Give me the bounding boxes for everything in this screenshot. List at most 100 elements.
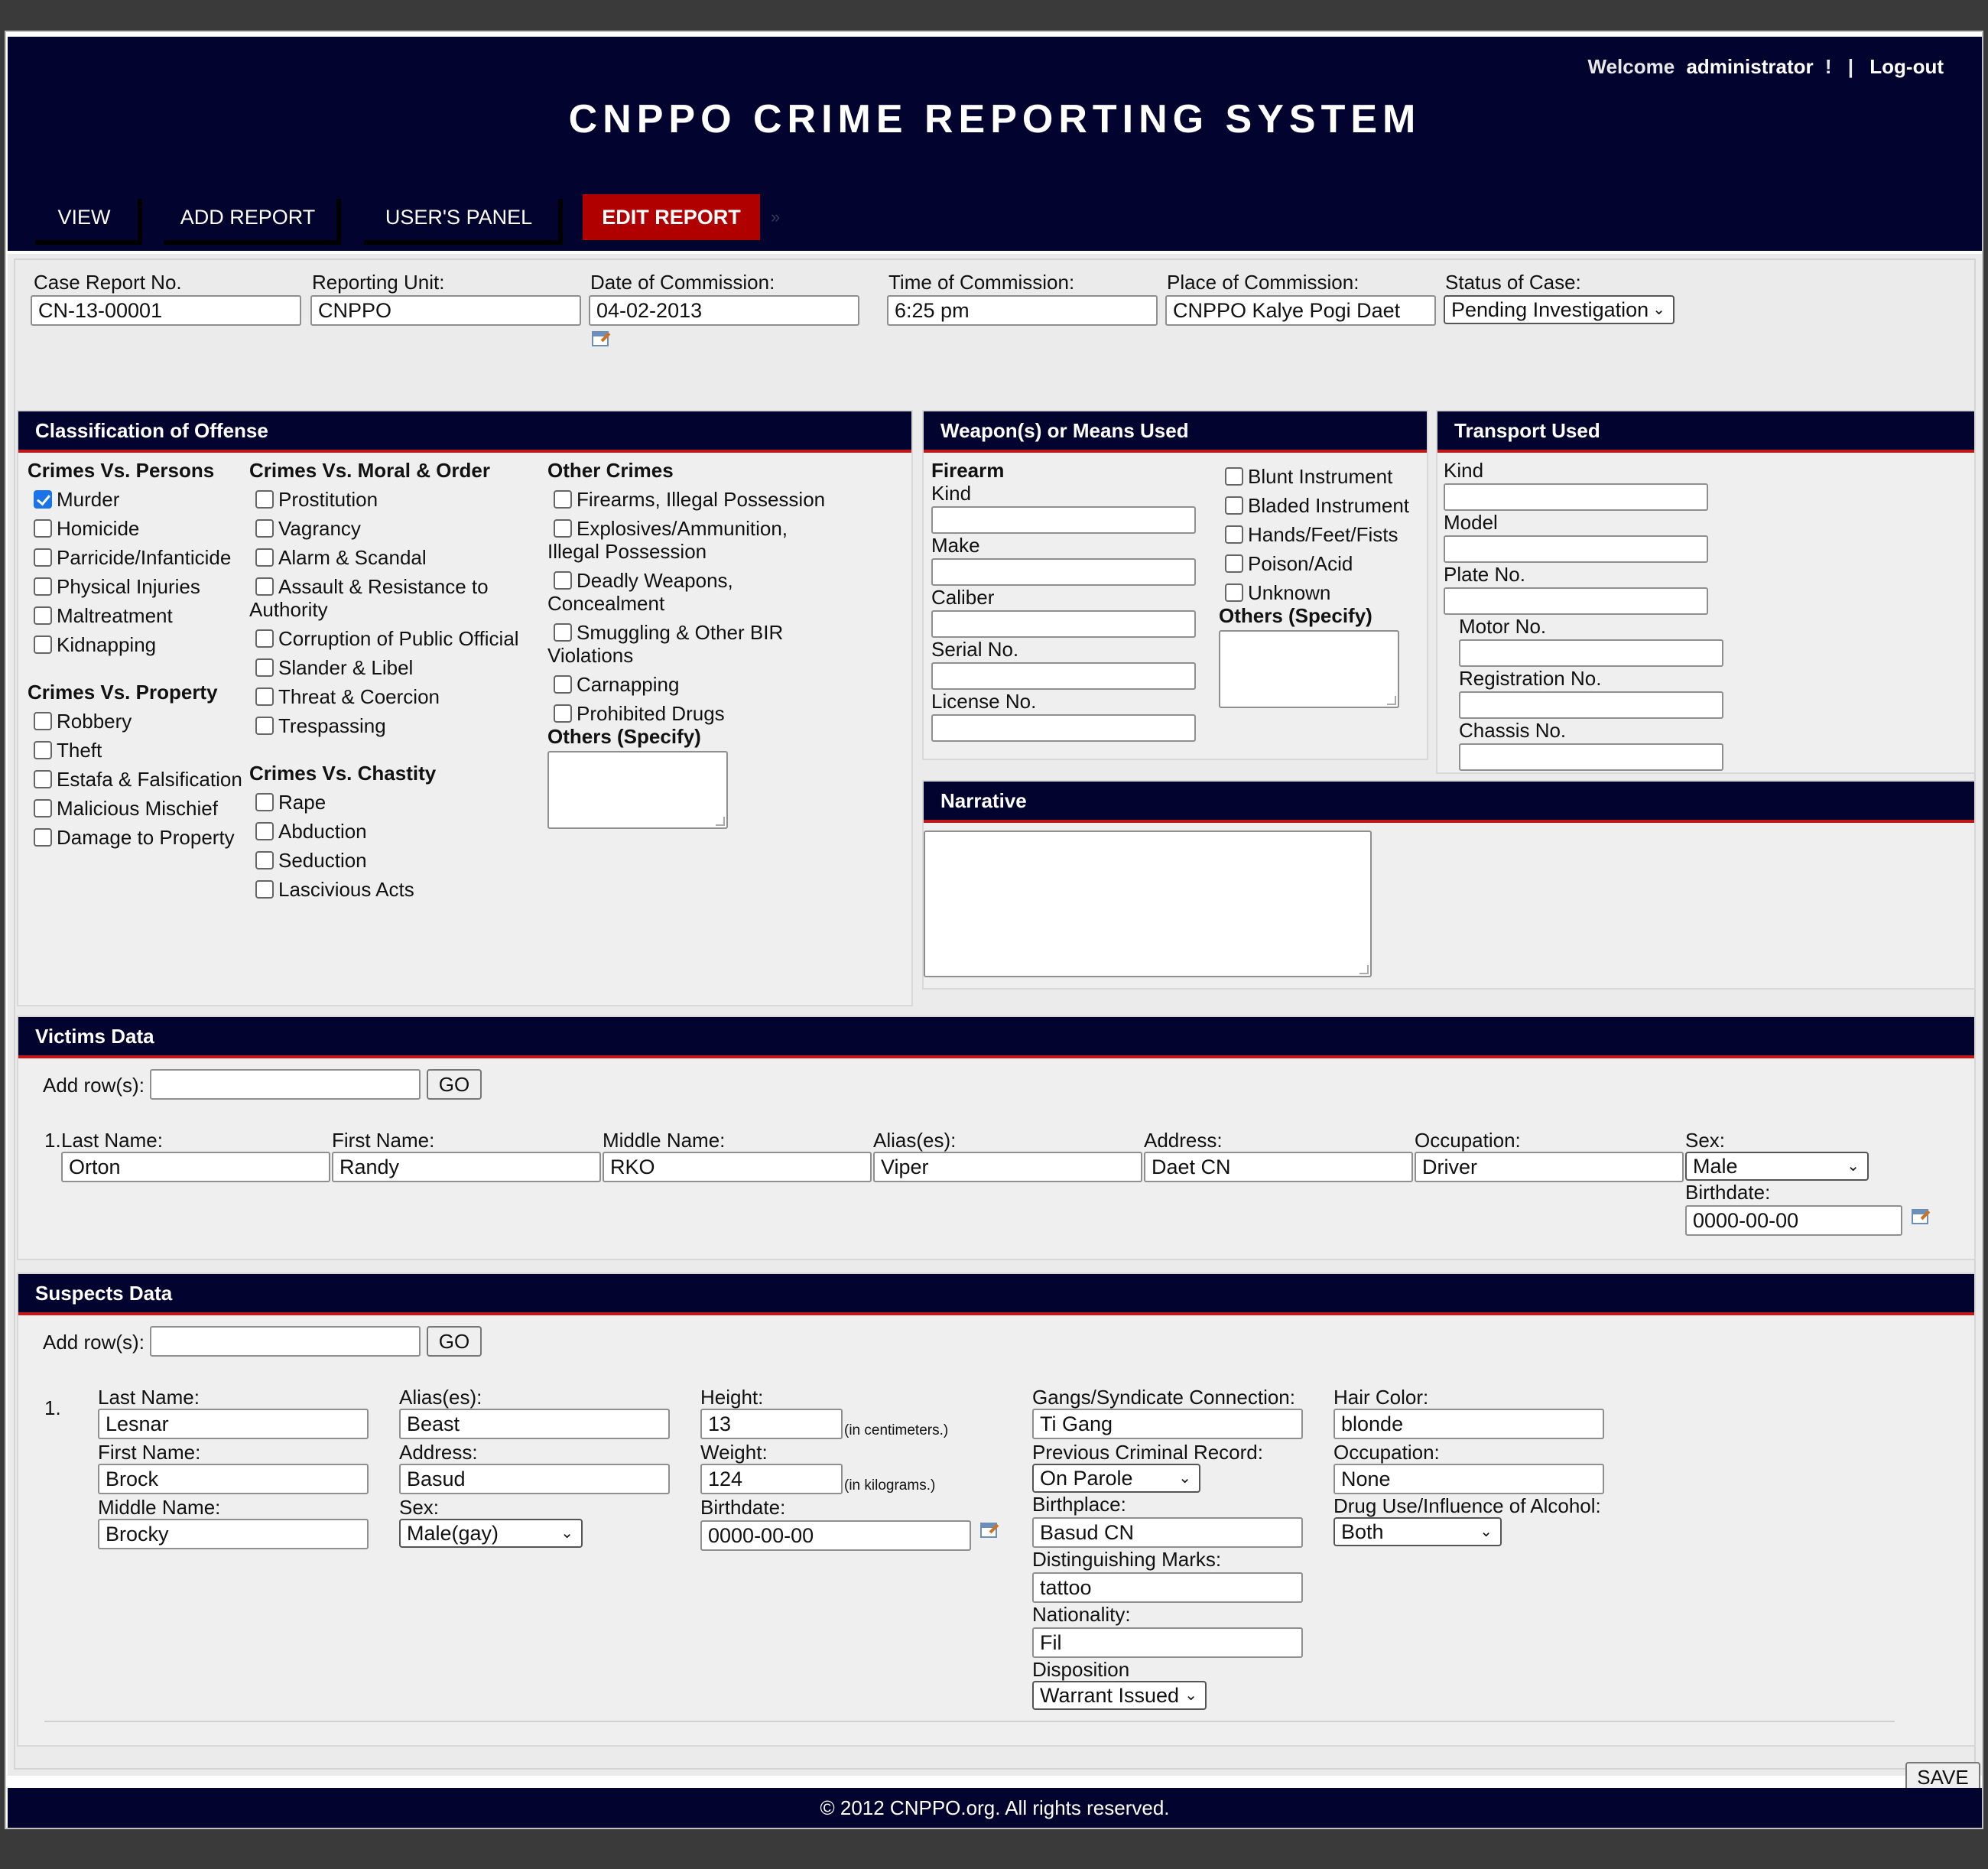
victim-address-input[interactable]: Daet CN: [1144, 1152, 1413, 1182]
reporting-unit-input[interactable]: CNPPO: [310, 295, 581, 326]
moral-heading: Crimes Vs. Moral & Order: [249, 459, 490, 482]
suspect-occupation-input[interactable]: None: [1333, 1464, 1604, 1494]
cb-trespassing[interactable]: Trespassing: [255, 714, 386, 738]
nav-view[interactable]: VIEW: [31, 194, 138, 240]
cb-kidnapping[interactable]: Kidnapping: [34, 633, 156, 657]
cb-explosives[interactable]: Explosives/Ammunition,: [554, 517, 788, 541]
cb-firearms[interactable]: Firearms, Illegal Possession: [554, 488, 825, 512]
suspects-go-button[interactable]: GO: [427, 1326, 482, 1357]
suspect-alias-input[interactable]: Beast: [399, 1409, 670, 1439]
suspect-address-input[interactable]: Basud: [399, 1464, 670, 1494]
suspect-prev-record-select[interactable]: On Parole ⌄: [1032, 1464, 1200, 1493]
cb-robbery[interactable]: Robbery: [34, 710, 132, 733]
transport-model-input[interactable]: [1444, 535, 1708, 563]
cb-smuggling[interactable]: Smuggling & Other BIR: [554, 621, 783, 645]
cb-slander[interactable]: Slander & Libel: [255, 656, 413, 680]
case-no-label: Case Report No.: [34, 271, 182, 294]
victim-sex-select[interactable]: Male ⌄: [1685, 1152, 1869, 1181]
cb-malicious-mischief[interactable]: Malicious Mischief: [34, 797, 218, 821]
place-input[interactable]: CNPPO Kalye Pogi Daet: [1165, 295, 1436, 326]
weapons-others-textarea[interactable]: [1219, 630, 1399, 708]
cb-maltreatment[interactable]: Maltreatment: [34, 604, 173, 628]
case-no-input[interactable]: CN-13-00001: [31, 295, 301, 326]
firearm-license-input[interactable]: [931, 714, 1196, 742]
offense-others-textarea[interactable]: [547, 751, 728, 829]
suspect-sex-label: Sex:: [399, 1496, 440, 1519]
suspect-weight-input[interactable]: 124: [700, 1464, 843, 1494]
suspect-height-input[interactable]: 13: [700, 1409, 843, 1439]
cb-vagrancy[interactable]: Vagrancy: [255, 517, 361, 541]
victims-add-rows-input[interactable]: [150, 1069, 421, 1100]
cb-prostitution[interactable]: Prostitution: [255, 488, 378, 512]
suspect-first-name-input[interactable]: Brock: [98, 1464, 369, 1494]
cb-unknown[interactable]: Unknown: [1225, 581, 1330, 605]
date-input[interactable]: 04-02-2013: [589, 295, 859, 326]
nav-add-report[interactable]: ADD REPORT: [159, 194, 336, 240]
transport-kind-input[interactable]: [1444, 483, 1708, 511]
transport-chassis-input[interactable]: [1459, 743, 1723, 771]
cb-assault-resistance[interactable]: Assault & Resistance to: [255, 575, 489, 599]
narrative-textarea[interactable]: [924, 830, 1372, 977]
reporting-unit-label: Reporting Unit:: [312, 271, 445, 294]
cb-estafa[interactable]: Estafa & Falsification: [34, 768, 242, 791]
suspect-birthdate-input[interactable]: 0000-00-00: [700, 1520, 971, 1551]
status-select[interactable]: Pending Investigation ⌄: [1444, 295, 1675, 324]
victim-first-name-input[interactable]: Randy: [332, 1152, 601, 1182]
suspect-middle-name-input[interactable]: Brocky: [98, 1519, 369, 1549]
calendar-icon[interactable]: [590, 329, 612, 349]
cb-deadly-weapons[interactable]: Deadly Weapons,: [554, 569, 733, 593]
time-input[interactable]: 6:25 pm: [887, 295, 1158, 326]
cb-theft[interactable]: Theft: [34, 739, 102, 762]
cb-physical-injuries[interactable]: Physical Injuries: [34, 575, 200, 599]
victim-middle-name-input[interactable]: RKO: [603, 1152, 872, 1182]
welcome-prefix: Welcome: [1587, 55, 1675, 78]
suspect-gangs-input[interactable]: Ti Gang: [1032, 1409, 1303, 1439]
suspect-drug-select[interactable]: Both ⌄: [1333, 1517, 1502, 1546]
calendar-icon[interactable]: [1910, 1207, 1931, 1227]
cb-seduction[interactable]: Seduction: [255, 849, 367, 873]
suspect-sex-select[interactable]: Male(gay) ⌄: [399, 1519, 583, 1548]
cb-lascivious[interactable]: Lascivious Acts: [255, 878, 414, 902]
suspect-birthplace-input[interactable]: Basud CN: [1032, 1517, 1303, 1548]
cb-homicide[interactable]: Homicide: [34, 517, 139, 541]
victim-birthdate-input[interactable]: 0000-00-00: [1685, 1205, 1902, 1236]
suspect-last-name-input[interactable]: Lesnar: [98, 1409, 369, 1439]
firearm-caliber-input[interactable]: [931, 610, 1196, 638]
victim-occupation-input[interactable]: Driver: [1415, 1152, 1684, 1182]
checkbox-checked[interactable]: [34, 490, 52, 509]
chevron-down-icon: ⌄: [560, 1525, 573, 1542]
firearm-kind-input[interactable]: [931, 506, 1196, 534]
suspect-marks-input[interactable]: tattoo: [1032, 1572, 1303, 1603]
victim-alias-input[interactable]: Viper: [873, 1152, 1142, 1182]
cb-murder[interactable]: Murder: [34, 488, 119, 512]
nav-edit-report[interactable]: EDIT REPORT: [583, 194, 760, 240]
cb-rape[interactable]: Rape: [255, 791, 326, 814]
page: Welcome administrator ! | Log-out CNPPO …: [5, 31, 1983, 1829]
cb-alarm-scandal[interactable]: Alarm & Scandal: [255, 546, 427, 570]
cb-hands[interactable]: Hands/Feet/Fists: [1225, 523, 1398, 547]
cb-poison[interactable]: Poison/Acid: [1225, 552, 1353, 576]
transport-registration-input[interactable]: [1459, 691, 1723, 719]
cb-corruption[interactable]: Corruption of Public Official: [255, 627, 519, 651]
firearm-make-input[interactable]: [931, 558, 1196, 586]
suspects-add-rows-input[interactable]: [150, 1326, 421, 1357]
suspect-disposition-select[interactable]: Warrant Issued ⌄: [1032, 1681, 1207, 1710]
cb-bladed[interactable]: Bladed Instrument: [1225, 494, 1409, 518]
logout-link[interactable]: Log-out: [1869, 55, 1944, 78]
transport-motor-input[interactable]: [1459, 639, 1723, 667]
cb-damage-property[interactable]: Damage to Property: [34, 826, 235, 850]
cb-threat[interactable]: Threat & Coercion: [255, 685, 440, 709]
cb-abduction[interactable]: Abduction: [255, 820, 367, 843]
calendar-icon[interactable]: [979, 1520, 1000, 1540]
cb-blunt[interactable]: Blunt Instrument: [1225, 465, 1392, 489]
cb-carnapping[interactable]: Carnapping: [554, 673, 679, 697]
victim-last-name-input[interactable]: Orton: [61, 1152, 330, 1182]
cb-parricide[interactable]: Parricide/Infanticide: [34, 546, 231, 570]
suspect-nationality-input[interactable]: Fil: [1032, 1627, 1303, 1658]
suspect-hair-input[interactable]: blonde: [1333, 1409, 1604, 1439]
nav-users-panel[interactable]: USER'S PANEL: [359, 194, 558, 240]
transport-plate-input[interactable]: [1444, 587, 1708, 615]
firearm-serial-input[interactable]: [931, 662, 1196, 690]
cb-prohibited-drugs[interactable]: Prohibited Drugs: [554, 702, 725, 726]
victims-go-button[interactable]: GO: [427, 1069, 482, 1100]
